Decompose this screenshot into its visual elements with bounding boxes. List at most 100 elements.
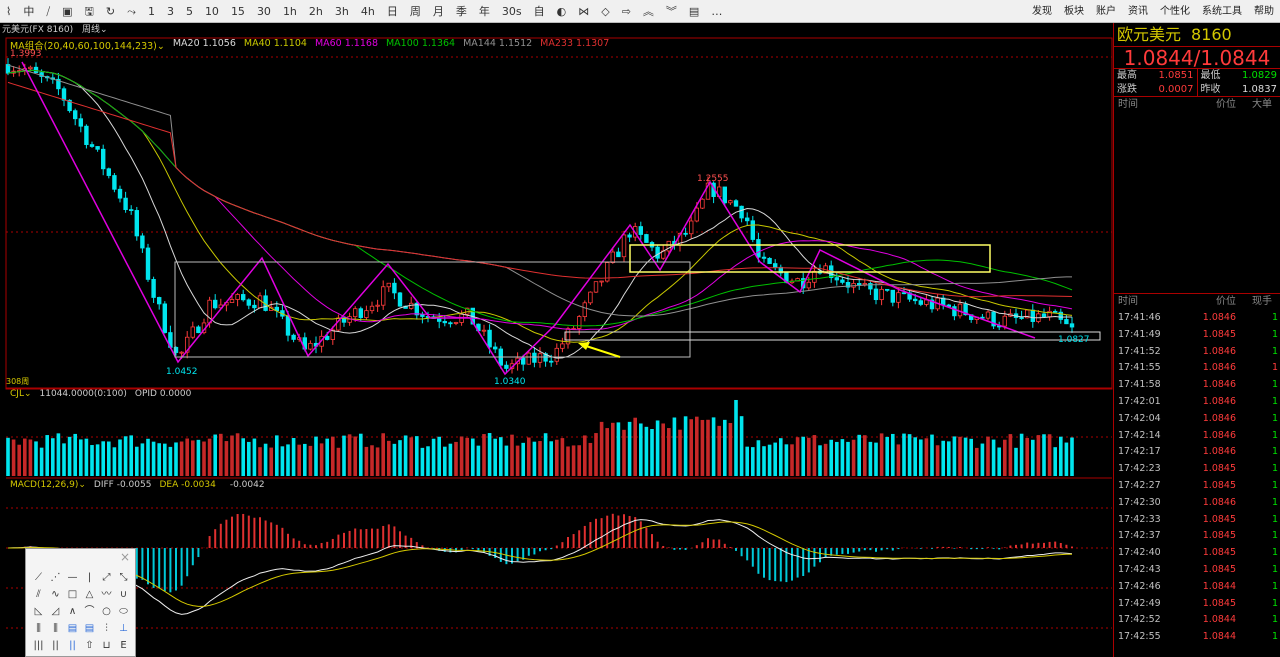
drawing-tool-button[interactable]: ⇧ (81, 637, 98, 654)
toolbar-button[interactable]: ︽ (637, 0, 660, 23)
menu-item[interactable]: 帮助 (1248, 0, 1280, 23)
toolbar-button[interactable]: 3 (161, 0, 180, 23)
toolbar-button[interactable]: 1h (277, 0, 303, 23)
close-icon[interactable]: × (120, 550, 130, 564)
volume-bar (857, 434, 861, 476)
ma-group-dropdown[interactable]: MA组合(20,40,60,100,144,233)⌄ (10, 38, 165, 52)
macd-indicator-dropdown[interactable]: MACD(12,26,9)⌄ (10, 480, 86, 490)
toolbar-button[interactable]: 5 (180, 0, 199, 23)
tick-volume: 1 (1271, 429, 1278, 441)
drawing-tool-button[interactable]: ⊥ (115, 620, 132, 637)
menu-item[interactable]: 账户 (1090, 0, 1122, 23)
tick-volume: 1 (1271, 479, 1278, 491)
toolbar-button[interactable]: 月 (427, 0, 450, 23)
volume-bar (129, 435, 133, 476)
drawing-tool-button[interactable]: ∧ (64, 603, 81, 620)
drawing-tool-button[interactable]: ⫶ (98, 620, 115, 637)
volume-bar (291, 438, 296, 476)
menu-item[interactable]: 板块 (1058, 0, 1090, 23)
drawing-tool-button[interactable]: ⫽ (30, 586, 47, 603)
chart-canvas[interactable]: 1.39931.25551.04521.03401.0827308周 (0, 23, 1113, 657)
toolbar-button[interactable]: ︾ (660, 0, 683, 23)
drawing-tool-button[interactable]: ⋰ (47, 569, 64, 586)
toolbar-button[interactable]: 🖫 (79, 0, 100, 23)
menu-item[interactable]: 个性化 (1154, 0, 1196, 23)
drawing-tool-button[interactable]: ⫼ (47, 620, 64, 637)
tick-time: 17:42:33 (1118, 513, 1161, 525)
drawing-tool-button[interactable]: || (64, 637, 81, 654)
drawing-tool-button[interactable]: ⤡ (115, 569, 132, 586)
volume-bar (919, 439, 923, 476)
drawing-tool-button[interactable]: ▤ (81, 620, 98, 637)
drawing-tool-button[interactable]: ⫼ (30, 620, 47, 637)
candle (750, 220, 755, 240)
drawing-tool-button[interactable]: ⤢ (98, 569, 115, 586)
drawing-tool-button[interactable]: ⌒ (81, 603, 98, 620)
volume-bar (476, 445, 481, 476)
toolbar-button[interactable]: 1 (142, 0, 161, 23)
volume-indicator-dropdown[interactable]: CJL⌄ (10, 389, 32, 399)
toolbar-button[interactable]: 日 (381, 0, 404, 23)
toolbar-button[interactable]: ⌇ (0, 0, 17, 23)
toolbar-button[interactable]: 30 (251, 0, 277, 23)
drawing-tool-button[interactable]: || (47, 637, 64, 654)
zigzag-trendline (21, 61, 1036, 376)
toolbar-button[interactable]: ⧸ (40, 0, 56, 23)
toolbar-button[interactable]: … (705, 0, 728, 23)
toolbar-button[interactable]: ⋈ (572, 0, 595, 23)
drawing-tool-button[interactable]: ⊔ (98, 637, 115, 654)
toolbar-button[interactable]: 自 (528, 0, 551, 23)
toolbar-button[interactable]: 周 (404, 0, 427, 23)
ma-legend-item: MA100 1.1364 (385, 38, 456, 49)
volume-bar (370, 445, 374, 476)
tick-time: 17:42:40 (1118, 547, 1161, 559)
toolbar-button[interactable]: ▤ (683, 0, 705, 23)
drawing-tool-button[interactable]: ◺ (30, 603, 47, 620)
candle (683, 232, 688, 235)
drawing-tool-button[interactable]: | (81, 569, 98, 586)
tick-price: 1.0844 (1202, 614, 1236, 626)
menu-item[interactable]: 资讯 (1122, 0, 1154, 23)
tick-volume: 1 (1271, 446, 1278, 458)
dea-value: DEA -0.0034 (159, 480, 216, 490)
drawing-tool-button[interactable]: ||| (30, 637, 47, 654)
toolbar-button[interactable]: 中 (17, 0, 40, 23)
drawing-tool-button[interactable]: □ (64, 586, 81, 603)
volume-bar (711, 417, 716, 476)
tick-row: 17:42:49 1.0845 1 (1114, 596, 1280, 613)
drawing-tool-button[interactable]: ◿ (47, 603, 64, 620)
toolbar-button[interactable]: 30s (496, 0, 528, 23)
drawing-tool-button[interactable]: ▤ (64, 620, 81, 637)
toolbar-button[interactable]: ⤳ (121, 0, 142, 23)
menu-item[interactable]: 系统工具 (1196, 0, 1248, 23)
volume-bar (801, 436, 805, 476)
drawing-tool-button[interactable]: ⟋ (30, 569, 47, 586)
drawing-tool-button[interactable]: 〰 (98, 586, 115, 603)
candle (229, 299, 235, 303)
drawing-tool-button[interactable]: ○ (98, 603, 115, 620)
drawing-tool-button[interactable]: E (115, 637, 132, 654)
toolbar-button[interactable]: ◐ (551, 0, 573, 23)
toolbar-button[interactable]: ↻ (100, 0, 121, 23)
toolbar-button[interactable]: 10 (199, 0, 225, 23)
drawing-tool-button[interactable]: — (64, 569, 81, 586)
toolbar-button[interactable]: 年 (473, 0, 496, 23)
volume-bar (263, 443, 268, 476)
toolbar-button[interactable]: 2h (303, 0, 329, 23)
drawing-tool-button[interactable]: △ (81, 586, 98, 603)
drawing-tool-button[interactable]: ⬭ (115, 603, 132, 620)
volume-bar (622, 429, 626, 476)
tick-list[interactable]: 时间 价位 现手 17:41:46 1.0846 1 17:41:49 1.0845 1 1… (1114, 293, 1280, 646)
toolbar-button[interactable]: ⇨ (616, 0, 637, 23)
toolbar-button[interactable]: ▣ (56, 0, 78, 23)
toolbar-button[interactable]: 季 (450, 0, 473, 23)
toolbar-button[interactable]: ◇ (595, 0, 615, 23)
toolbar-button[interactable]: 4h (355, 0, 381, 23)
drawing-tool-button[interactable]: ∿ (47, 586, 64, 603)
drawing-tool-button[interactable]: ∪ (115, 586, 132, 603)
menu-item[interactable]: 发现 (1026, 0, 1058, 23)
toolbar-button[interactable]: 3h (329, 0, 355, 23)
tick-volume: 1 (1271, 580, 1278, 592)
toolbar-button[interactable]: 15 (225, 0, 251, 23)
volume-bar (280, 446, 285, 476)
